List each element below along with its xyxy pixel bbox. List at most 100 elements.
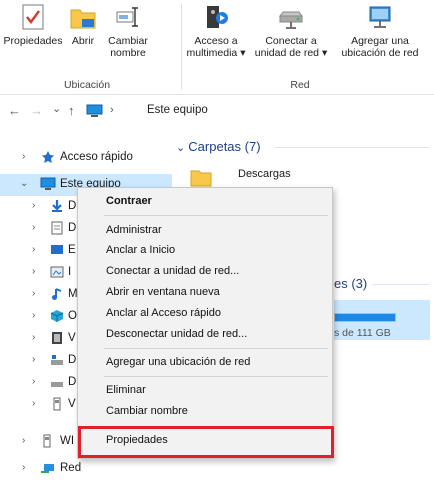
folders-section-header[interactable]: ⌄ Carpetas (7) (176, 139, 261, 154)
menu-item-manage[interactable]: Administrar (106, 224, 162, 236)
tree-item-label: D (68, 354, 77, 366)
menu-separator (104, 215, 328, 216)
menu-item-add-network-location[interactable]: Agregar una ubicación de red (106, 356, 250, 368)
windows-drive-icon (50, 353, 66, 367)
menu-item-disconnect-drive[interactable]: Desconectar unidad de red... (106, 328, 247, 340)
red-group-label: Red (290, 79, 310, 91)
menu-item-open-new-window[interactable]: Abrir en ventana nueva (106, 286, 220, 298)
tree-item-label: O (68, 310, 77, 322)
menu-item-map-drive[interactable]: Conectar a unidad de red... (106, 265, 239, 277)
music-note-icon (50, 287, 66, 301)
video-icon (50, 331, 66, 345)
expand-chevron-icon[interactable]: › (32, 398, 35, 409)
tree-item-network[interactable]: › Red (0, 458, 172, 480)
rename-label-line2: nombre (110, 47, 146, 59)
download-arrow-icon (50, 199, 66, 213)
media-dropdown-icon[interactable]: ▾ (240, 47, 245, 59)
menu-separator (104, 376, 328, 377)
menu-item-pin-quick-access[interactable]: Anclar al Acceso rápido (106, 307, 221, 319)
tree-item-label: I (68, 266, 72, 278)
expand-chevron-icon[interactable]: › (32, 200, 35, 211)
rename-icon (113, 2, 143, 32)
map-drive-dropdown-icon[interactable]: ▾ (322, 47, 327, 59)
up-arrow-icon[interactable]: ↑ (68, 103, 75, 118)
tree-item-label: WI (60, 435, 75, 447)
tree-item-label: D (68, 200, 77, 212)
expand-chevron-icon[interactable]: › (32, 222, 35, 233)
pictures-icon (50, 265, 66, 279)
drive-icon (50, 375, 66, 389)
tree-item-label: Acceso rápido (60, 151, 133, 163)
properties-button[interactable]: Propiedades (2, 2, 64, 47)
map-network-drive-button[interactable]: Conectar a unidad de red ▾ (254, 2, 328, 59)
expand-chevron-icon[interactable]: › (22, 462, 25, 473)
expand-chevron-icon[interactable]: › (32, 376, 35, 387)
star-icon (40, 150, 56, 164)
media-access-label-line1: Acceso a (194, 35, 238, 47)
map-drive-label-line1: Conectar a (265, 35, 317, 47)
devices-section-header[interactable]: es (3) (334, 276, 367, 291)
collapse-chevron-icon[interactable]: ⌄ (176, 142, 188, 154)
back-arrow-icon[interactable]: ← (8, 103, 21, 118)
rename-button[interactable]: Cambiar nombre (104, 2, 152, 59)
properties-label: Propiedades (3, 35, 63, 47)
expand-chevron-icon[interactable]: › (22, 435, 25, 446)
tree-item-label: V (68, 398, 76, 410)
add-network-location-button[interactable]: Agregar una ubicación de red (328, 2, 432, 59)
forward-arrow-icon[interactable]: → (30, 103, 43, 118)
expand-chevron-icon[interactable]: › (32, 288, 35, 299)
map-drive-label-line2: unidad de red ▾ (254, 47, 328, 59)
this-pc-icon (86, 104, 103, 117)
expand-chevron-icon[interactable]: › (32, 244, 35, 255)
breadcrumb-separator-icon[interactable]: › (110, 104, 114, 116)
drive-free-space-text: s de 111 GB (334, 327, 391, 339)
rename-label-line1: Cambiar (108, 35, 148, 47)
properties-checkmark-icon (18, 2, 48, 32)
collapse-chevron-icon[interactable]: ⌄ (20, 178, 28, 189)
tree-item-label: D (68, 376, 77, 388)
ribbon: Propiedades Abrir Cambiar nombre Acceso … (0, 0, 434, 95)
map-drive-label-text: unidad de red (254, 47, 320, 59)
usb-drive-icon (40, 434, 56, 448)
tree-item-quick-access[interactable]: › Acceso rápido (0, 147, 172, 169)
menu-item-rename[interactable]: Cambiar nombre (106, 405, 188, 417)
expand-chevron-icon[interactable]: › (32, 310, 35, 321)
add-location-label-line1: Agregar una (351, 35, 409, 47)
open-label: Abrir (71, 35, 95, 47)
tree-item-label: Red (60, 462, 82, 474)
open-button[interactable]: Abrir (64, 2, 102, 47)
menu-item-delete[interactable]: Eliminar (106, 384, 146, 396)
expand-chevron-icon[interactable]: › (32, 266, 35, 277)
document-icon (50, 221, 66, 235)
tree-item-label: V (68, 332, 76, 344)
ubicacion-group-label: Ubicación (63, 79, 111, 91)
highlight-box (78, 426, 334, 458)
usb-drive-icon (50, 397, 66, 411)
folder-icon (190, 170, 212, 187)
add-location-label-line2: ubicación de red (341, 47, 419, 59)
recent-locations-icon[interactable]: ⌄ (52, 102, 61, 115)
media-access-label-line2: multimedia ▾ (180, 47, 252, 59)
drive-usage-fill (335, 314, 395, 321)
network-location-icon (365, 2, 395, 32)
media-access-button[interactable]: Acceso a multimedia ▾ (180, 2, 252, 59)
drive-usage-bar (334, 313, 396, 322)
address-bar-row: ← → ⌄ ↑ › Este equipo (0, 97, 434, 125)
menu-item-collapse[interactable]: Contraer (106, 195, 152, 207)
section-divider (274, 147, 430, 148)
3d-cube-icon (50, 309, 66, 323)
open-folder-icon (68, 2, 98, 32)
this-pc-tree-icon (40, 177, 56, 191)
folder-name: Descargas (238, 168, 291, 180)
expand-chevron-icon[interactable]: › (32, 332, 35, 343)
expand-chevron-icon[interactable]: › (32, 354, 35, 365)
folders-header-text: Carpetas (7) (188, 139, 261, 154)
address-path-text: Este equipo (147, 104, 208, 116)
drive-tile[interactable]: s de 111 GB (334, 300, 430, 340)
context-menu: Contraer Administrar Anclar a Inicio Con… (77, 187, 333, 459)
menu-separator (104, 348, 328, 349)
folder-item-downloads[interactable]: Descargas (190, 163, 310, 189)
menu-item-pin-start[interactable]: Anclar a Inicio (106, 244, 175, 256)
expand-chevron-icon[interactable]: › (22, 151, 25, 162)
desktop-icon (50, 243, 66, 257)
